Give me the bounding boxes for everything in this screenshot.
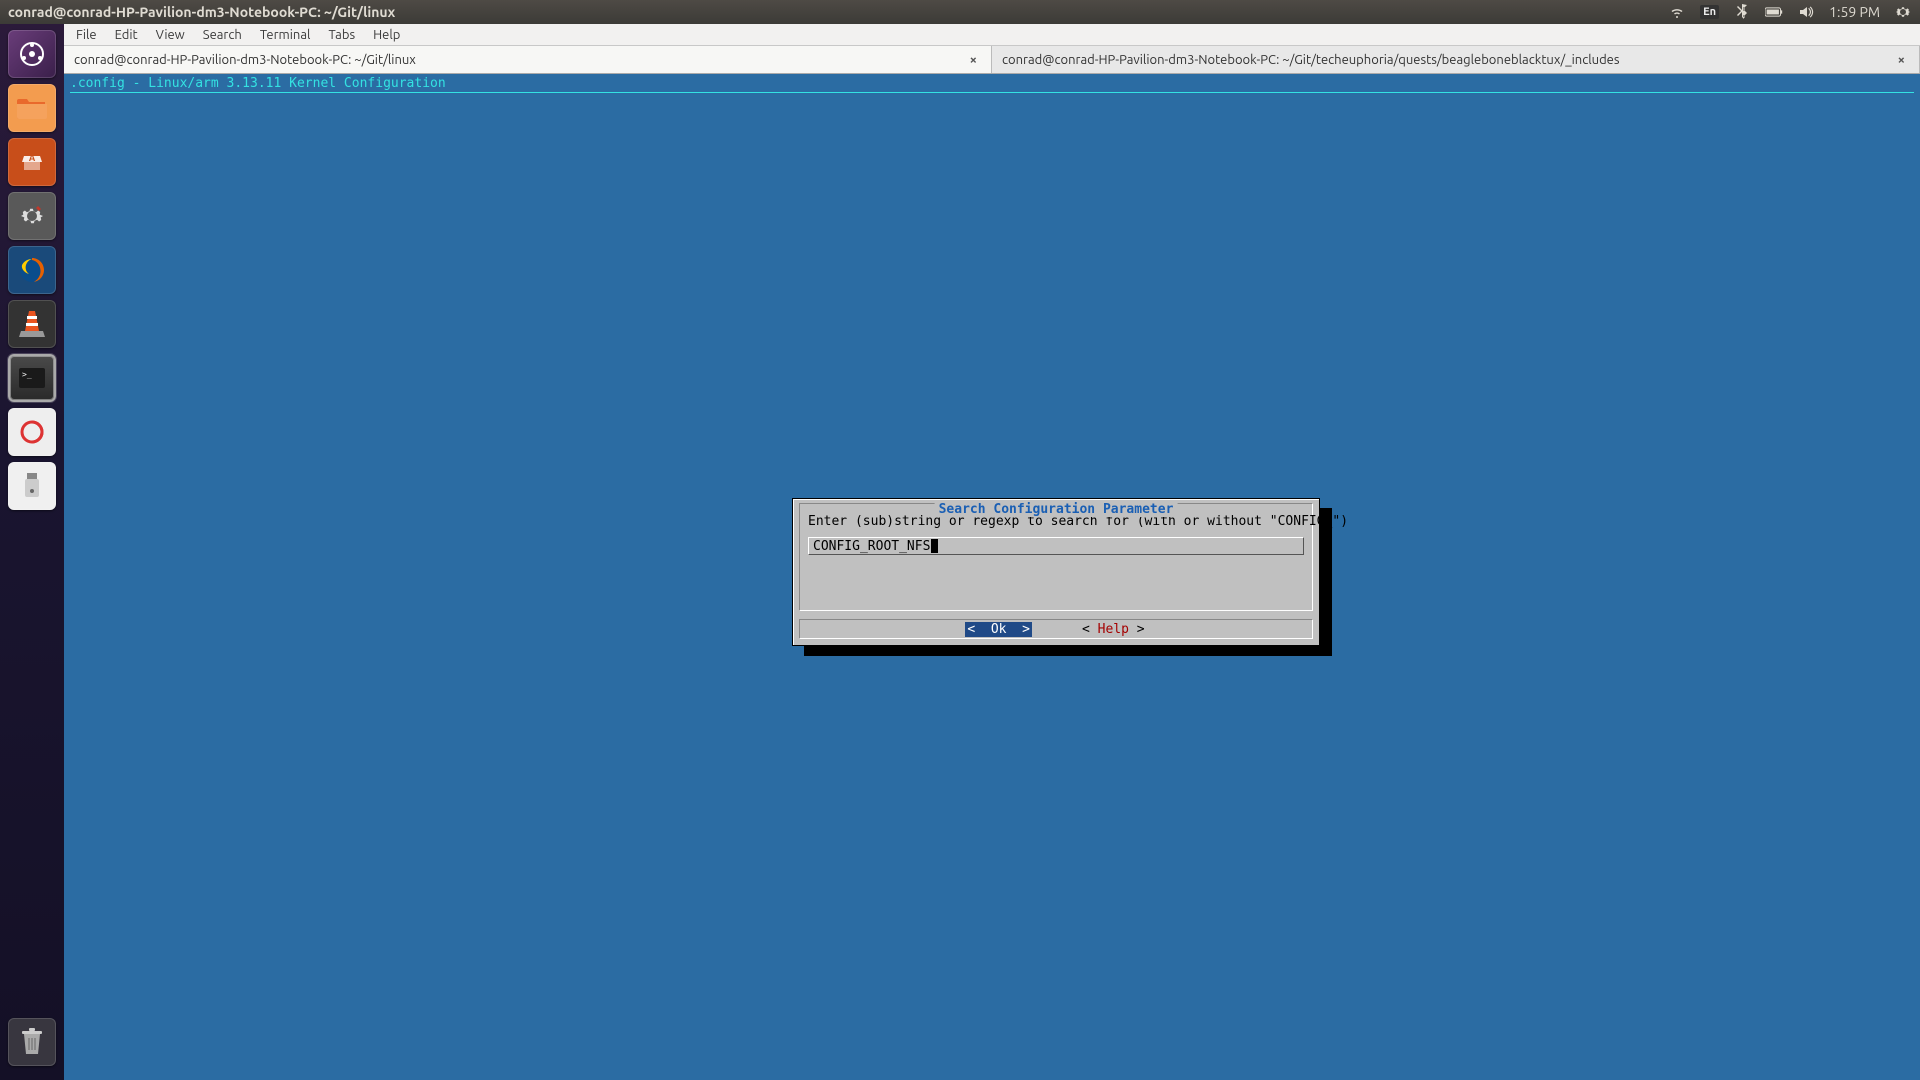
usb-creator-icon[interactable]	[8, 462, 56, 510]
terminal-viewport[interactable]: .config - Linux/arm 3.13.11 Kernel Confi…	[64, 74, 1920, 1080]
vlc-icon[interactable]	[8, 300, 56, 348]
svg-text:>_: >_	[22, 370, 32, 379]
text-cursor	[931, 539, 938, 553]
search-input[interactable]: CONFIG_ROOT_NFS	[808, 537, 1304, 555]
close-icon[interactable]: ×	[966, 53, 981, 67]
files-icon[interactable]	[8, 84, 56, 132]
help-button[interactable]: < Help >	[1080, 622, 1147, 637]
sound-icon[interactable]	[1797, 3, 1815, 21]
session-gear-icon[interactable]	[1894, 3, 1912, 21]
menu-tabs[interactable]: Tabs	[320, 26, 363, 44]
firefox-icon[interactable]	[8, 246, 56, 294]
dialog-body: Search Configuration Parameter Enter (su…	[799, 503, 1313, 611]
tab-label: conrad@conrad-HP-Pavilion-dm3-Notebook-P…	[1002, 53, 1620, 67]
menu-search[interactable]: Search	[195, 26, 250, 44]
menu-help[interactable]: Help	[365, 26, 408, 44]
terminal-tab-1[interactable]: conrad@conrad-HP-Pavilion-dm3-Notebook-P…	[64, 46, 992, 73]
terminal-icon[interactable]: >_	[8, 354, 56, 402]
wifi-icon[interactable]	[1668, 3, 1686, 21]
settings-icon[interactable]	[8, 192, 56, 240]
close-icon[interactable]: ×	[1894, 53, 1909, 67]
software-center-icon[interactable]: A	[8, 138, 56, 186]
bluetooth-icon[interactable]	[1733, 3, 1751, 21]
menuconfig-title: .config - Linux/arm 3.13.11 Kernel Confi…	[70, 76, 446, 91]
window-titlebar: conrad@conrad-HP-Pavilion-dm3-Notebook-P…	[0, 0, 1920, 24]
svg-text:A: A	[29, 153, 36, 163]
pdf-viewer-icon[interactable]	[8, 408, 56, 456]
menuconfig-rule	[70, 92, 1914, 93]
terminal-tabbar: conrad@conrad-HP-Pavilion-dm3-Notebook-P…	[64, 46, 1920, 74]
window-title: conrad@conrad-HP-Pavilion-dm3-Notebook-P…	[8, 4, 395, 20]
trash-icon[interactable]	[8, 1018, 56, 1066]
app-menubar: File Edit View Search Terminal Tabs Help	[64, 24, 1920, 46]
keyboard-indicator-icon[interactable]: En	[1700, 5, 1719, 19]
menu-terminal[interactable]: Terminal	[252, 26, 319, 44]
menu-view[interactable]: View	[148, 26, 193, 44]
system-indicators: En 1:59 PM	[1668, 3, 1912, 21]
unity-launcher: A >_	[0, 24, 64, 1080]
battery-icon[interactable]	[1765, 3, 1783, 21]
clock[interactable]: 1:59 PM	[1829, 4, 1880, 20]
terminal-tab-2[interactable]: conrad@conrad-HP-Pavilion-dm3-Notebook-P…	[992, 46, 1920, 73]
ok-button[interactable]: < Ok >	[965, 622, 1032, 637]
menu-file[interactable]: File	[68, 26, 105, 44]
dialog-title: Search Configuration Parameter	[935, 502, 1178, 517]
search-input-value: CONFIG_ROOT_NFS	[813, 539, 930, 554]
menu-edit[interactable]: Edit	[107, 26, 146, 44]
search-dialog: Search Configuration Parameter Enter (su…	[792, 498, 1320, 646]
dash-icon[interactable]	[8, 30, 56, 78]
tab-label: conrad@conrad-HP-Pavilion-dm3-Notebook-P…	[74, 53, 416, 67]
dialog-button-row: < Ok > < Help >	[799, 619, 1313, 639]
